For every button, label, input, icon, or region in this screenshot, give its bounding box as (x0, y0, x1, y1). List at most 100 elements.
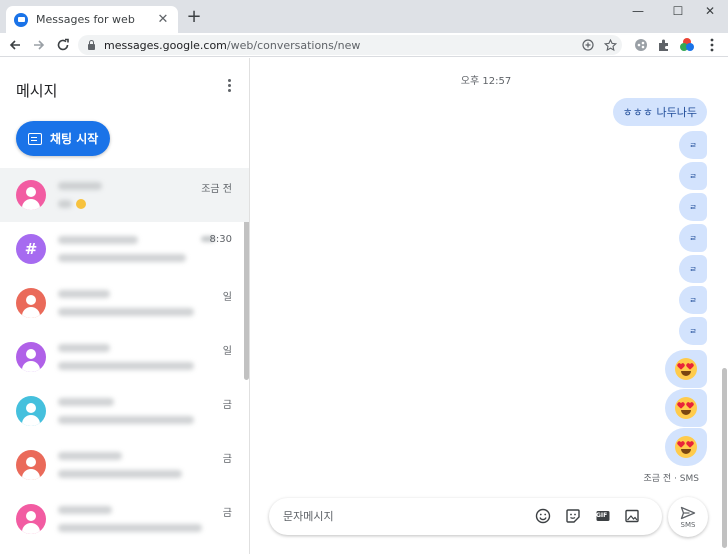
message-preview-redacted (58, 308, 194, 316)
conversation-time: 조금 전 (201, 184, 232, 195)
contact-name-redacted (58, 236, 138, 244)
profile-colors-icon[interactable] (678, 36, 696, 54)
gif-icon[interactable]: GIF (593, 506, 613, 526)
back-button[interactable] (6, 36, 24, 54)
avatar (16, 450, 46, 480)
contact-name-redacted (58, 398, 114, 406)
person-icon-head (26, 511, 36, 521)
person-icon-head (26, 349, 36, 359)
add-site-icon[interactable] (580, 37, 596, 53)
sticker-icon[interactable] (563, 506, 583, 526)
avatar: # (16, 234, 46, 264)
back-arrow-icon (9, 40, 20, 50)
heart-eyes-emoji-icon (675, 436, 697, 458)
conversation-item[interactable]: 금 (0, 492, 249, 546)
reload-icon (57, 38, 69, 51)
close-window-button[interactable]: ✕ (692, 0, 728, 22)
minimize-button[interactable]: — (620, 0, 656, 22)
message-preview-redacted (58, 200, 72, 208)
more-options-icon[interactable] (220, 76, 238, 94)
image-attach-icon[interactable] (622, 506, 642, 526)
send-icon (680, 506, 696, 519)
message-bubble[interactable]: ㄹ (679, 255, 707, 283)
message-bubble[interactable]: ㄹ (679, 131, 707, 159)
contact-name-redacted (58, 344, 110, 352)
avatar (16, 504, 46, 534)
contact-name-redacted (58, 182, 102, 190)
new-tab-button[interactable]: + (184, 7, 204, 27)
tab-close-icon[interactable]: ✕ (156, 12, 170, 27)
message-bubble[interactable]: ㄹ (679, 162, 707, 190)
message-preview-redacted (58, 416, 194, 424)
conversation-item[interactable]: 금 (0, 384, 249, 438)
extensions-puzzle-icon[interactable] (655, 36, 673, 54)
conversation-time: 금 (222, 454, 232, 465)
message-input[interactable] (283, 507, 513, 525)
send-sms-button[interactable]: SMS (668, 497, 708, 537)
avatar (16, 288, 46, 318)
reload-button[interactable] (54, 36, 72, 54)
message-preview-redacted (58, 254, 186, 262)
messages-favicon-icon (14, 12, 28, 27)
conversation-item[interactable]: 일 (0, 276, 249, 330)
emoji-message-bubble[interactable] (665, 350, 707, 388)
send-label: SMS (680, 520, 696, 529)
person-icon-body (22, 307, 40, 318)
person-icon-head (26, 457, 36, 467)
start-chat-label: 채팅 시작 (50, 132, 99, 146)
conversation-scrollbar[interactable] (722, 368, 727, 548)
maximize-button[interactable]: ☐ (660, 0, 696, 22)
conversation-pane: 오후 12:57 ㅎㅎㅎ 나두나두 ㄹ ㄹ ㄹ ㄹ ㄹ ㄹ ㄹ 조금 전 · S… (251, 58, 728, 554)
conversation-list: 조금 전 # 8:30 일 일 금 금 금 (0, 168, 249, 546)
conversation-item[interactable]: 조금 전 (0, 168, 249, 222)
contact-name-redacted (58, 290, 110, 298)
conversation-time: 8:30 (209, 234, 232, 245)
person-icon-body (22, 199, 40, 210)
heart-eyes-emoji-icon (675, 358, 697, 380)
message-bubble[interactable]: ㄹ (679, 317, 707, 345)
address-bar[interactable]: messages.google.com/web/conversations/ne… (78, 35, 622, 55)
start-chat-button[interactable]: 채팅 시작 (16, 121, 110, 156)
conversation-item[interactable]: # 8:30 (0, 222, 249, 276)
url-host: messages.google.com (104, 38, 227, 52)
bookmark-star-icon[interactable] (602, 37, 618, 53)
conversation-time: 일 (222, 346, 232, 357)
person-icon-head (26, 403, 36, 413)
conversation-item[interactable]: 일 (0, 330, 249, 384)
emoji-message-bubble[interactable] (665, 428, 707, 466)
browser-menu-icon[interactable] (703, 36, 721, 54)
message-status: 조금 전 · SMS (643, 474, 699, 484)
message-bubble[interactable]: ㅎㅎㅎ 나두나두 (612, 98, 707, 126)
person-icon-body (22, 469, 40, 480)
extension-share-icon[interactable] (632, 36, 650, 54)
message-bubble[interactable]: ㄹ (679, 286, 707, 314)
forward-button[interactable] (30, 36, 48, 54)
emoji-picker-icon[interactable] (533, 506, 553, 526)
gif-label: GIF (596, 512, 608, 519)
message-bubble[interactable]: ㄹ (679, 224, 707, 252)
conversation-item[interactable]: 금 (0, 438, 249, 492)
message-composer: GIF (269, 498, 662, 535)
lock-icon (88, 39, 95, 50)
person-icon-body (22, 415, 40, 426)
group-hash-icon: # (24, 240, 38, 258)
message-preview-redacted (58, 470, 182, 478)
browser-toolbar: messages.google.com/web/conversations/ne… (0, 33, 728, 57)
new-chat-icon (28, 132, 42, 145)
emoji-preview-icon (76, 199, 86, 209)
browser-tabstrip: Messages for web ✕ + — ☐ ✕ (0, 0, 728, 33)
sidebar-title: 메시지 (16, 82, 58, 100)
browser-tab[interactable]: Messages for web ✕ (6, 6, 178, 33)
url-text: messages.google.com/web/conversations/ne… (104, 39, 360, 52)
message-preview-redacted (58, 362, 194, 370)
contact-name-redacted (58, 506, 112, 514)
message-preview-redacted (58, 524, 202, 532)
emoji-message-bubble[interactable] (665, 389, 707, 427)
message-bubble[interactable]: ㄹ (679, 193, 707, 221)
conversation-time: 금 (222, 508, 232, 519)
person-icon-head (26, 295, 36, 305)
conversation-timestamp: 오후 12:57 (460, 76, 512, 87)
conversation-time: 금 (222, 400, 232, 411)
tab-title: Messages for web (36, 13, 135, 26)
url-path: /web/conversations/new (226, 38, 361, 52)
